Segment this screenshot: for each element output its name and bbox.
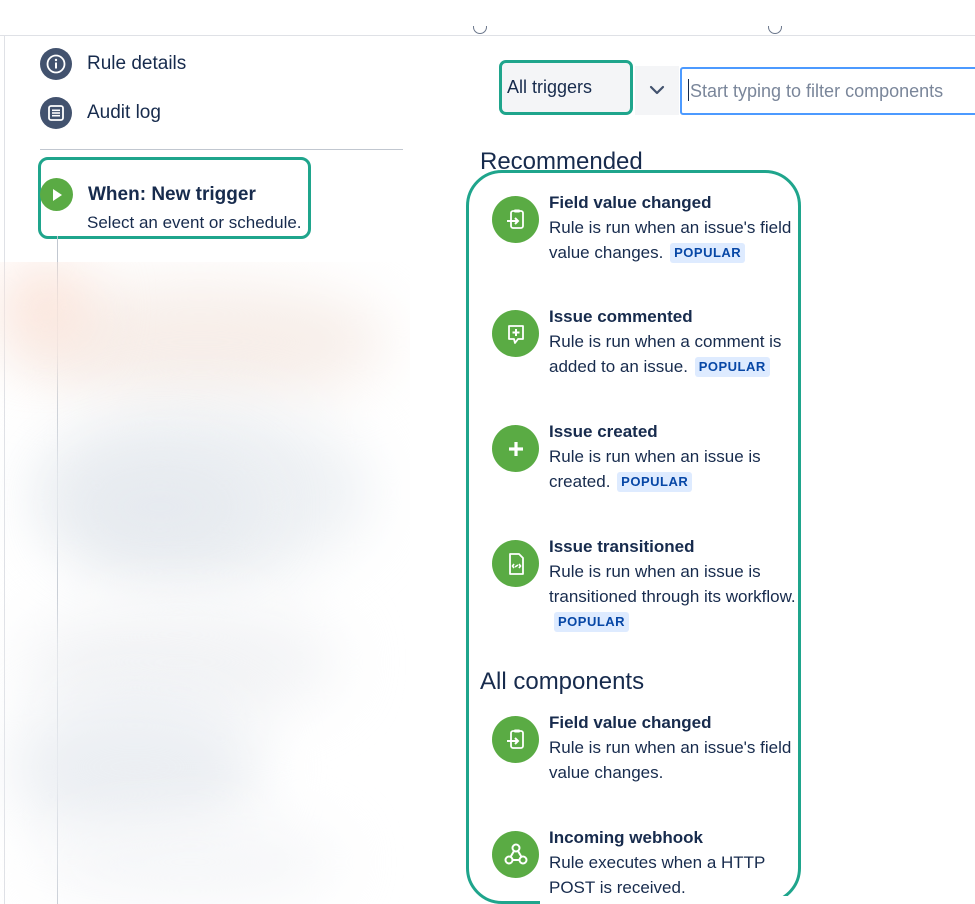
document-transition-icon	[492, 540, 539, 587]
field-change-icon	[492, 196, 539, 243]
component-title: Issue commented	[549, 307, 693, 326]
scroll-clip	[540, 896, 800, 904]
component-title: Issue transitioned	[549, 537, 695, 556]
sidebar-item-audit-log[interactable]: Audit log	[40, 97, 161, 129]
sidebar-item-label: Audit log	[87, 102, 161, 123]
comment-plus-icon	[492, 310, 539, 357]
popular-badge: POPULAR	[694, 357, 770, 377]
sidebar-item-label: Rule details	[87, 53, 187, 74]
component-description: Rule executes when a HTTP POST is receiv…	[549, 853, 766, 897]
description-text: Rule is run when an issue is transitione…	[549, 562, 796, 606]
play-icon	[40, 178, 73, 211]
popular-badge: POPULAR	[617, 472, 693, 492]
select-value: All triggers	[507, 77, 593, 97]
component-description: Rule is run when a comment is added to a…	[549, 329, 804, 379]
text-caret	[688, 79, 689, 101]
component-issue-transitioned[interactable]: Issue transitioned Rule is run when an i…	[492, 537, 812, 645]
component-issue-commented[interactable]: Issue commented Rule is run when a comme…	[492, 307, 812, 390]
sidebar-divider	[40, 149, 403, 150]
component-description: Rule is run when an issue's field value …	[549, 738, 792, 782]
chevron-down-icon	[649, 82, 665, 100]
top-bar	[0, 0, 975, 36]
list-icon	[40, 97, 72, 129]
info-icon	[40, 48, 72, 80]
trigger-type-select[interactable]: All triggers	[499, 60, 633, 115]
component-description: Rule is run when an issue is transitione…	[549, 559, 804, 634]
select-dropdown-button[interactable]	[635, 66, 679, 115]
component-field-value-changed[interactable]: Field value changed Rule is run when an …	[492, 193, 812, 276]
component-filter-input[interactable]	[680, 67, 975, 115]
webhook-icon	[492, 831, 539, 878]
component-incoming-webhook[interactable]: Incoming webhook Rule executes when a HT…	[492, 828, 812, 904]
popular-badge: POPULAR	[554, 612, 630, 632]
component-title: Field value changed	[549, 713, 712, 732]
sidebar-item-rule-details[interactable]: Rule details	[40, 48, 186, 80]
field-change-icon	[492, 716, 539, 763]
trigger-title: When: New trigger	[88, 184, 256, 205]
component-title: Issue created	[549, 422, 658, 441]
trigger-subtitle: Select an event or schedule.	[87, 213, 302, 232]
trigger-step-new-trigger[interactable]: When: New trigger Select an event or sch…	[40, 176, 310, 236]
blurred-content	[0, 262, 410, 904]
component-title: Field value changed	[549, 193, 712, 212]
component-field-value-changed[interactable]: Field value changed Rule is run when an …	[492, 713, 812, 796]
partial-icon	[768, 26, 782, 36]
component-description: Rule is run when an issue is created. PO…	[549, 444, 779, 494]
component-issue-created[interactable]: Issue created Rule is run when an issue …	[492, 422, 812, 505]
plus-icon	[492, 425, 539, 472]
component-title: Incoming webhook	[549, 828, 703, 847]
popular-badge: POPULAR	[670, 243, 746, 263]
component-description: Rule is run when an issue's field value …	[549, 215, 804, 265]
partial-icon	[473, 26, 487, 36]
